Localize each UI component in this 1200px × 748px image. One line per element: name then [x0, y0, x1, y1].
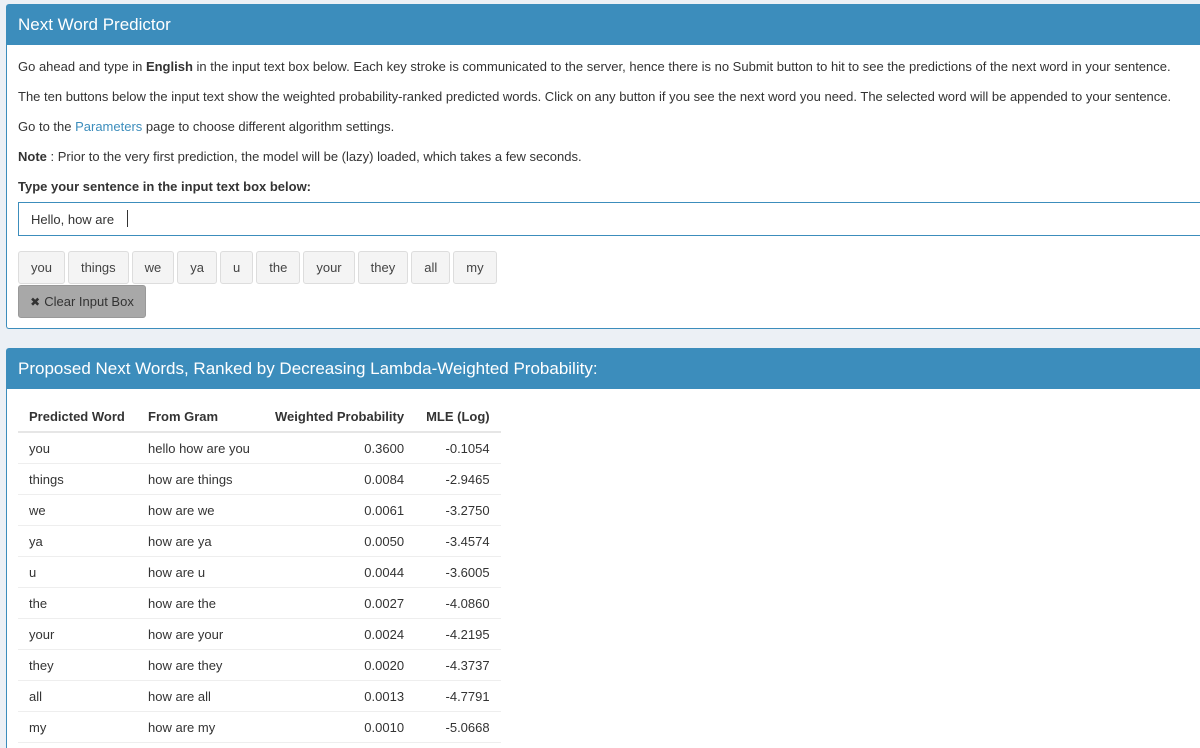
cell-from-gram: how are ya — [137, 525, 264, 557]
cell-predicted-word: all — [18, 680, 137, 712]
clear-input-label: Clear Input Box — [44, 294, 134, 309]
close-icon: ✖ — [30, 294, 41, 309]
results-panel-title: Proposed Next Words, Ranked by Decreasin… — [7, 349, 1200, 389]
table-header-row: Predicted Word From Gram Weighted Probab… — [18, 401, 501, 433]
cell-weighted-probability: 0.0061 — [264, 494, 416, 526]
table-row: you hello how are you 0.3600 -0.1054 — [18, 432, 501, 464]
note-label: Note — [18, 149, 47, 164]
column-header-weighted-probability: Weighted Probability — [264, 401, 416, 433]
input-label: Type your sentence in the input text box… — [18, 179, 312, 194]
prediction-table: Predicted Word From Gram Weighted Probab… — [18, 401, 501, 743]
cell-predicted-word: the — [18, 587, 137, 619]
predictor-panel-title: Next Word Predictor — [7, 5, 1200, 45]
predictor-panel: Next Word Predictor Go ahead and type in… — [6, 4, 1200, 329]
column-header-predicted-word: Predicted Word — [18, 401, 137, 433]
results-panel: Proposed Next Words, Ranked by Decreasin… — [6, 348, 1200, 748]
cell-weighted-probability: 0.0020 — [264, 649, 416, 681]
word-button-they[interactable]: they — [357, 251, 409, 284]
intro-paragraph-2: The ten buttons below the input text sho… — [18, 89, 1172, 104]
cell-from-gram: how are the — [137, 587, 264, 619]
cell-mle-log: -3.4574 — [415, 525, 501, 557]
table-row: u how are u 0.0044 -3.6005 — [18, 556, 501, 588]
cell-predicted-word: you — [18, 432, 137, 464]
table-row: we how are we 0.0061 -3.2750 — [18, 494, 501, 526]
cell-from-gram: hello how are you — [137, 432, 264, 464]
cell-weighted-probability: 0.0013 — [264, 680, 416, 712]
table-row: my how are my 0.0010 -5.0668 — [18, 711, 501, 743]
table-row: all how are all 0.0013 -4.7791 — [18, 680, 501, 712]
parameters-link[interactable]: Parameters — [75, 119, 142, 134]
sentence-input[interactable] — [18, 202, 1200, 236]
word-button-your[interactable]: your — [303, 251, 355, 284]
cell-mle-log: -3.6005 — [415, 556, 501, 588]
cell-predicted-word: my — [18, 711, 137, 743]
cell-from-gram: how are all — [137, 680, 264, 712]
cell-weighted-probability: 0.0044 — [264, 556, 416, 588]
word-button-group: you things we ya u the your they all my — [18, 251, 497, 284]
cell-weighted-probability: 0.0084 — [264, 463, 416, 495]
word-button-all[interactable]: all — [411, 251, 451, 284]
cell-mle-log: -4.3737 — [415, 649, 501, 681]
table-row: things how are things 0.0084 -2.9465 — [18, 463, 501, 495]
word-button-things[interactable]: things — [67, 251, 129, 284]
column-header-from-gram: From Gram — [137, 401, 264, 433]
cell-from-gram: how are things — [137, 463, 264, 495]
cell-from-gram: how are u — [137, 556, 264, 588]
clear-input-button[interactable]: ✖ Clear Input Box — [18, 285, 146, 318]
cell-predicted-word: we — [18, 494, 137, 526]
word-button-the[interactable]: the — [256, 251, 301, 284]
word-button-we[interactable]: we — [131, 251, 175, 284]
cell-predicted-word: ya — [18, 525, 137, 557]
word-button-u[interactable]: u — [220, 251, 254, 284]
note-paragraph: Note : Prior to the very first predictio… — [18, 149, 582, 164]
table-row: they how are they 0.0020 -4.3737 — [18, 649, 501, 681]
text-caret — [127, 210, 128, 227]
cell-weighted-probability: 0.0024 — [264, 618, 416, 650]
intro-paragraph-1: Go ahead and type in English in the inpu… — [18, 59, 1171, 74]
cell-mle-log: -0.1054 — [415, 432, 501, 464]
cell-weighted-probability: 0.0027 — [264, 587, 416, 619]
table-row: your how are your 0.0024 -4.2195 — [18, 618, 501, 650]
cell-predicted-word: u — [18, 556, 137, 588]
cell-weighted-probability: 0.3600 — [264, 432, 416, 464]
cell-mle-log: -4.7791 — [415, 680, 501, 712]
cell-mle-log: -2.9465 — [415, 463, 501, 495]
cell-mle-log: -4.0860 — [415, 587, 501, 619]
cell-weighted-probability: 0.0050 — [264, 525, 416, 557]
cell-mle-log: -5.0668 — [415, 711, 501, 743]
cell-weighted-probability: 0.0010 — [264, 711, 416, 743]
cell-from-gram: how are we — [137, 494, 264, 526]
cell-predicted-word: your — [18, 618, 137, 650]
cell-from-gram: how are they — [137, 649, 264, 681]
language-name: English — [145, 59, 193, 74]
cell-from-gram: how are your — [137, 618, 264, 650]
cell-mle-log: -4.2195 — [415, 618, 501, 650]
table-row: the how are the 0.0027 -4.0860 — [18, 587, 501, 619]
cell-mle-log: -3.2750 — [415, 494, 501, 526]
column-header-mle-log: MLE (Log) — [415, 401, 501, 433]
table-row: ya how are ya 0.0050 -3.4574 — [18, 525, 501, 557]
cell-predicted-word: they — [18, 649, 137, 681]
cell-predicted-word: things — [18, 463, 137, 495]
cell-from-gram: how are my — [137, 711, 264, 743]
word-button-you[interactable]: you — [18, 251, 65, 284]
word-button-my[interactable]: my — [453, 251, 497, 284]
word-button-ya[interactable]: ya — [177, 251, 218, 284]
intro-paragraph-3: Go to the Parameters page to choose diff… — [18, 119, 395, 134]
